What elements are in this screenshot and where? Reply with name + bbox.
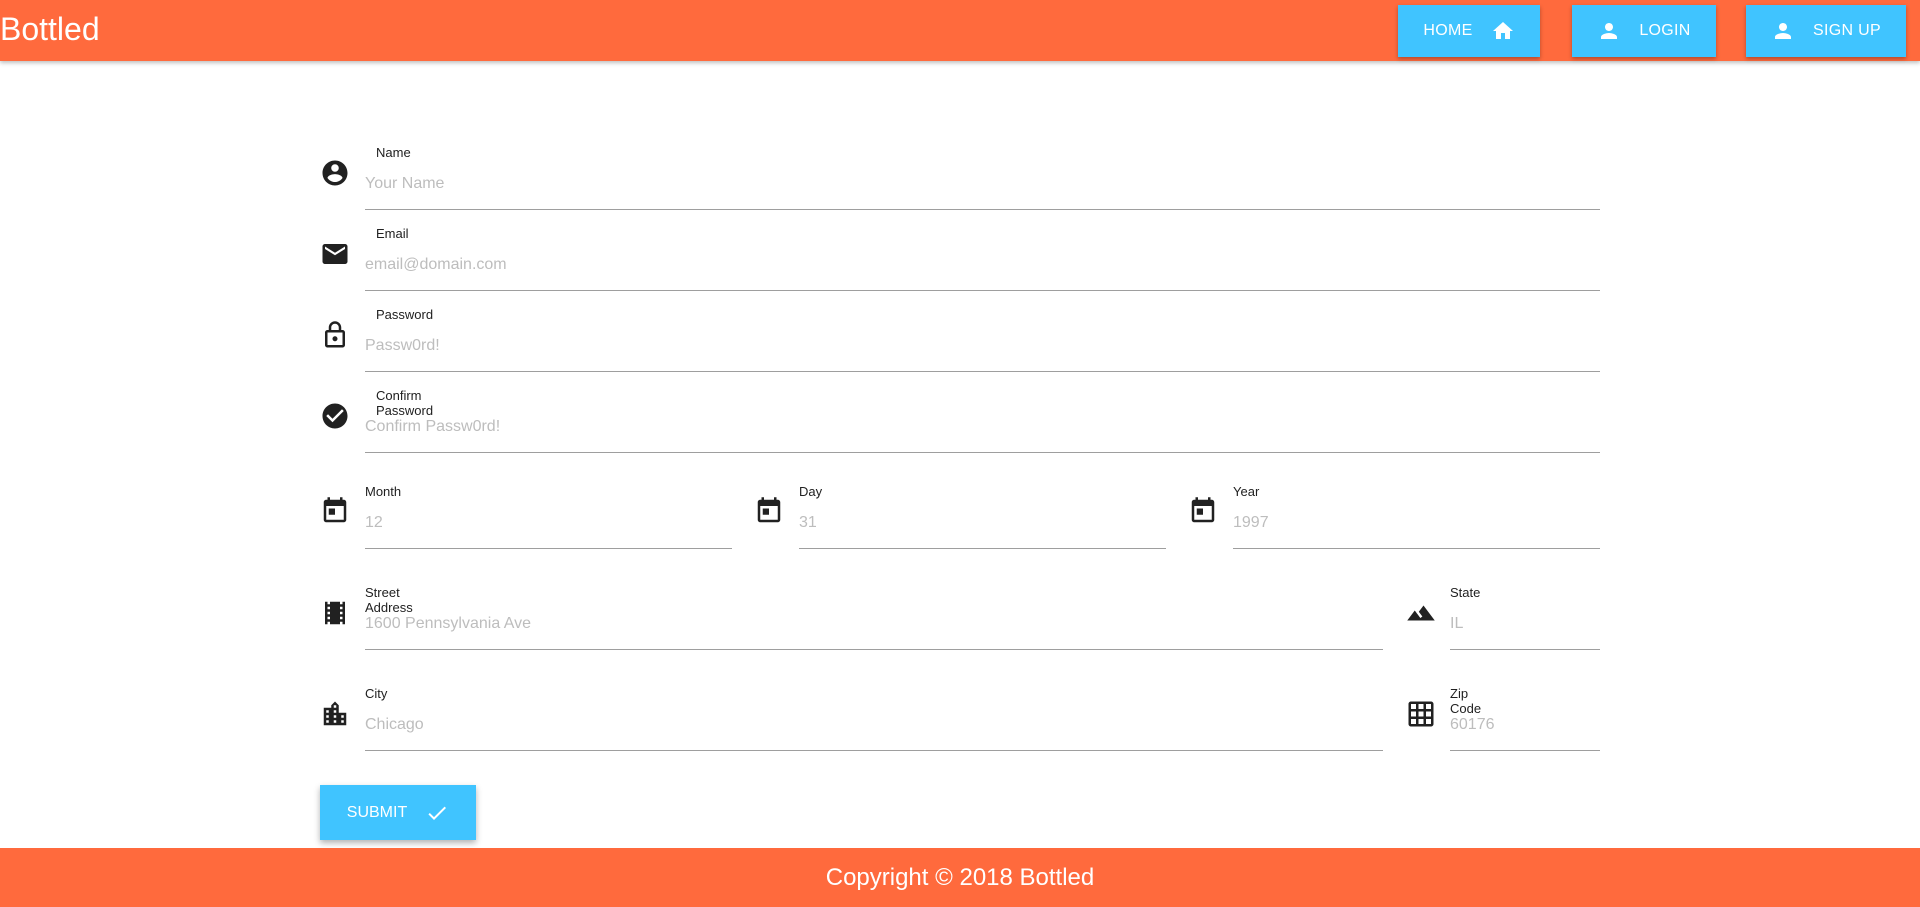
month-label: Month — [365, 484, 402, 499]
state-input[interactable] — [1450, 611, 1600, 650]
login-button-label: LOGIN — [1639, 22, 1691, 39]
submit-button[interactable]: SUBMIT — [320, 785, 476, 840]
day-input[interactable] — [799, 510, 1166, 549]
account-circle-icon — [320, 158, 350, 188]
signup-button-label: SIGN UP — [1813, 22, 1881, 39]
home-icon — [1492, 22, 1513, 39]
state-label: State — [1450, 585, 1481, 600]
brand-title[interactable]: Bottled — [0, 11, 100, 48]
film-strip-icon — [320, 598, 350, 628]
city-icon — [320, 699, 350, 729]
city-label: City — [365, 686, 388, 701]
check-icon — [428, 806, 447, 820]
street-address-input[interactable] — [365, 611, 1383, 650]
mail-icon — [320, 239, 350, 269]
calendar-icon — [320, 496, 350, 526]
name-input[interactable] — [365, 171, 1600, 210]
grid-icon — [1406, 699, 1436, 729]
name-label: Name — [376, 145, 411, 160]
home-button-label: HOME — [1423, 22, 1473, 39]
copyright-text: Copyright © 2018 Bottled — [825, 863, 1095, 891]
check-circle-icon — [320, 401, 350, 431]
calendar-icon — [754, 496, 784, 526]
year-input[interactable] — [1233, 510, 1600, 549]
submit-button-label: SUBMIT — [346, 803, 408, 821]
year-label: Year — [1233, 484, 1260, 499]
login-button[interactable]: LOGIN — [1572, 5, 1716, 57]
signup-button[interactable]: SIGN UP — [1746, 5, 1906, 57]
lock-icon — [320, 320, 350, 350]
email-input[interactable] — [365, 252, 1600, 291]
zip-code-input[interactable] — [1450, 712, 1600, 751]
day-label: Day — [799, 484, 823, 499]
city-input[interactable] — [365, 712, 1383, 751]
password-label: Password — [376, 307, 434, 322]
email-label: Email — [376, 226, 409, 241]
person-icon — [1601, 23, 1618, 39]
terrain-icon — [1406, 598, 1436, 628]
month-input[interactable] — [365, 510, 732, 549]
top-app-bar: Bottled HOME LOGIN SIGN UP — [0, 0, 1920, 61]
home-button[interactable]: HOME — [1398, 5, 1540, 57]
person-icon — [1775, 23, 1792, 39]
footer: Copyright © 2018 Bottled — [0, 848, 1920, 907]
password-input[interactable] — [365, 333, 1600, 372]
calendar-icon — [1188, 496, 1218, 526]
confirm-password-input[interactable] — [365, 414, 1600, 453]
